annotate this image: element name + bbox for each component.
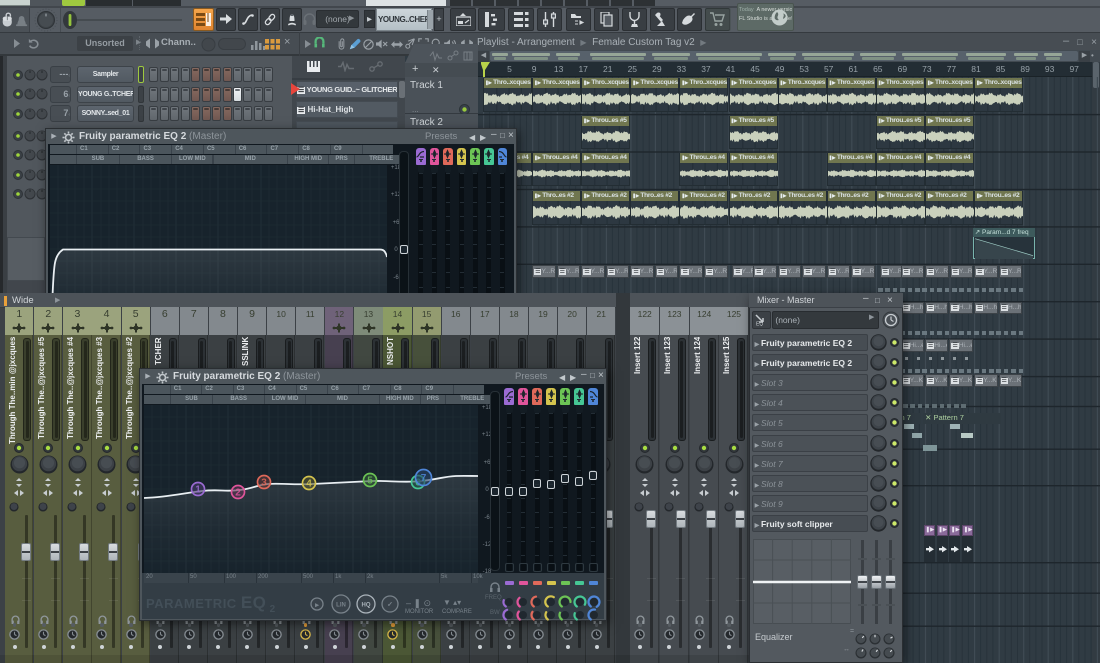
- svg-text:2: 2: [235, 488, 241, 499]
- svg-text:✓: ✓: [387, 602, 393, 609]
- svg-text:1: 1: [195, 485, 201, 496]
- svg-text:7: 7: [421, 473, 427, 484]
- svg-text:3: 3: [261, 478, 267, 489]
- svg-text:LIN: LIN: [336, 603, 346, 609]
- svg-text:5: 5: [367, 476, 373, 487]
- svg-text:HQ: HQ: [362, 603, 371, 609]
- svg-text:4: 4: [306, 479, 312, 490]
- svg-text:EQ: EQ: [756, 322, 763, 327]
